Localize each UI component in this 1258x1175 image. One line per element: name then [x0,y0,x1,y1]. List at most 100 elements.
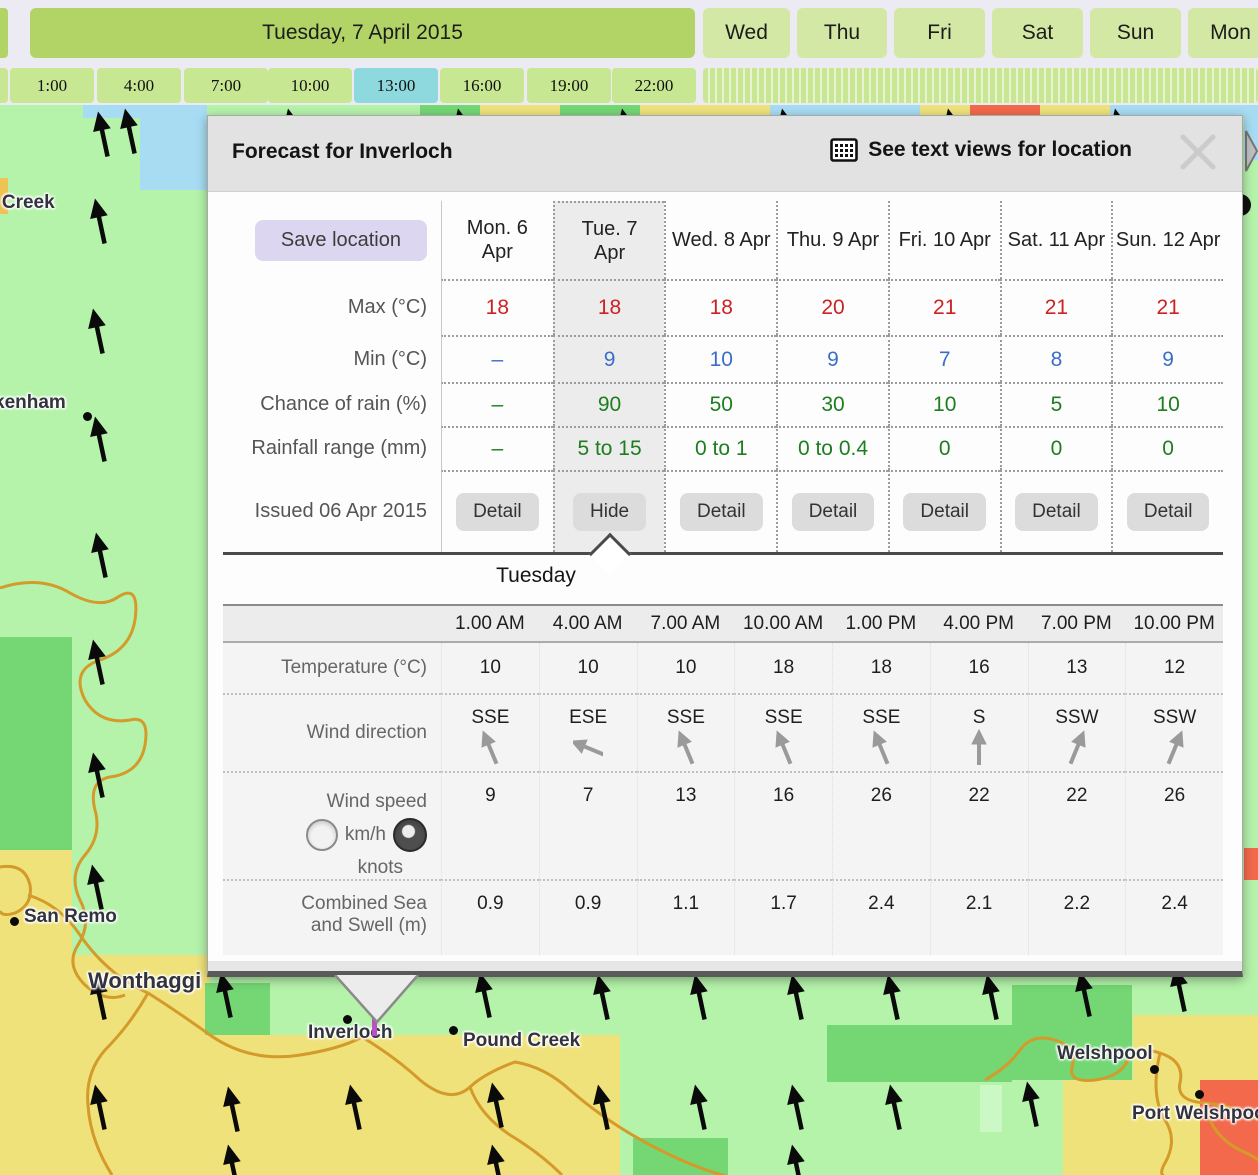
sea-swell-value: 2.4 [1125,879,1223,955]
detail-button[interactable]: Detail [1015,493,1098,531]
map-label-port-welshpool: Port Welshpool [1132,1103,1258,1125]
temperature-value: 10 [637,643,735,693]
weekly-value: 10 [888,382,1000,426]
temperature-value: 12 [1125,643,1223,693]
weekly-value: 18 [441,279,553,335]
detail-button[interactable]: Detail [1127,493,1210,531]
kmh-label[interactable]: km/h [345,824,386,846]
weekly-column-header-5: Fri. 10 Apr [888,201,1000,279]
weekly-value: 8 [1000,335,1112,382]
weekly-value: – [441,335,553,382]
wind-direction-text: SSE [765,707,803,729]
weekly-button-cell: Detail [664,470,776,552]
text-views-link[interactable]: See text views for location [830,138,1132,162]
weekly-column-header-2: Tue. 7Apr [553,201,665,279]
sea-swell-value: 0.9 [539,879,637,955]
sea-swell-value: 2.4 [832,879,930,955]
day-tab-selected[interactable]: Tuesday, 7 April 2015 [30,8,695,58]
sea-swell-row-label: Combined Seaand Swell (m) [223,879,441,955]
temperature-value: 10 [441,643,539,693]
weekly-value: 50 [664,382,776,426]
popup-header: Forecast for Inverloch See text views fo… [208,116,1242,192]
map-road [88,993,148,1175]
map-label-welshpool: Welshpool [1057,1043,1153,1065]
sea-swell-value: 1.7 [734,879,832,955]
time-button-10-00[interactable]: 10:00 [268,68,352,103]
town-dot-kenham [83,412,92,421]
detail-button[interactable]: Detail [680,493,763,531]
map-wind-arrow-icon [86,197,113,246]
town-dot-san-remo [10,917,19,926]
map-wind-arrow-icon [219,1143,246,1175]
forecast-popup: Forecast for Inverloch See text views fo… [207,115,1243,977]
time-button-7-00[interactable]: 7:00 [184,68,268,103]
map-label-wonthaggi: Wonthaggi [88,968,201,994]
detail-button[interactable]: Detail [792,493,875,531]
day-tab-mon[interactable]: Mon [1188,8,1258,58]
time-button-22-00[interactable]: 22:00 [612,68,696,103]
day-tab-sun[interactable]: Sun [1090,8,1181,58]
weekly-value: 7 [888,335,1000,382]
day-tab-fri[interactable]: Fri [894,8,985,58]
day-tab-edge[interactable] [0,8,8,58]
weekly-value: 9 [776,335,888,382]
detail-button[interactable]: Detail [456,493,539,531]
map-wind-arrow-icon [783,1083,810,1132]
detail-button[interactable]: Detail [903,493,986,531]
day-tab-sat[interactable]: Sat [992,8,1083,58]
weekly-separator-line [223,552,1223,555]
future-days-time-strip[interactable] [703,68,1258,103]
weekly-value: 20 [776,279,888,335]
weekly-value: 0 to 1 [664,426,776,470]
knots-label[interactable]: knots [358,857,427,879]
map-wind-arrow-icon [483,1143,510,1175]
save-location-cell: Save location [223,201,441,279]
map-wind-arrow-icon [89,110,116,159]
map-wind-arrow-icon [86,415,113,464]
wind-speed-row-label: Wind speed km/h knots [223,771,441,879]
save-location-button[interactable]: Save location [255,220,427,261]
date-time-toolbar: Tuesday, 7 April 2015 WedThuFriSatSunMon… [0,0,1258,105]
hourly-time-header: 4.00 AM [539,606,637,643]
time-button-4-00[interactable]: 4:00 [97,68,181,103]
wind-direction-value: S [930,693,1028,771]
day-tab-wed[interactable]: Wed [703,8,790,58]
hourly-time-header: 1.00 AM [441,606,539,643]
weekly-value: 5 [1000,382,1112,426]
temperature-value: 13 [1028,643,1126,693]
wind-direction-arrow-icon [769,729,799,767]
wind-direction-value: SSE [734,693,832,771]
map-label-san-remo: San Remo [24,906,117,928]
time-button-16-00[interactable]: 16:00 [440,68,524,103]
knots-radio[interactable] [393,818,427,852]
wind-direction-text: SSE [667,707,705,729]
hourly-corner-cell [223,606,441,643]
time-button-edge[interactable] [0,68,8,103]
time-button-1-00[interactable]: 1:00 [10,68,94,103]
map-wind-arrow-icon [87,531,114,580]
kmh-radio[interactable] [306,819,338,851]
wind-direction-text: SSW [1153,707,1196,729]
time-button-13-00[interactable]: 13:00 [354,68,438,103]
map-label-kenham: kenham [0,392,66,414]
wind-speed-value: 22 [930,771,1028,879]
weekly-value: 0 [1111,426,1223,470]
text-views-label: See text views for location [868,138,1132,162]
hide-button[interactable]: Hide [573,493,646,531]
wind-direction-arrow-icon [1160,729,1190,767]
sea-swell-value: 0.9 [441,879,539,955]
map-wind-arrow-icon [783,1143,810,1175]
temperature-row-label: Temperature (°C) [223,643,441,693]
time-button-19-00[interactable]: 19:00 [527,68,611,103]
weekly-value: 0 [888,426,1000,470]
weekly-row-label-4: Rainfall range (mm) [223,426,441,470]
close-icon[interactable] [1176,130,1220,174]
wind-direction-value: ESE [539,693,637,771]
wind-speed-value: 26 [1125,771,1223,879]
day-tab-thu[interactable]: Thu [797,8,887,58]
wind-speed-label: Wind speed [327,791,427,813]
sea-swell-value: 1.1 [637,879,735,955]
pan-right-icon[interactable] [1246,131,1257,171]
wind-speed-value: 26 [832,771,930,879]
table-icon [830,138,858,162]
